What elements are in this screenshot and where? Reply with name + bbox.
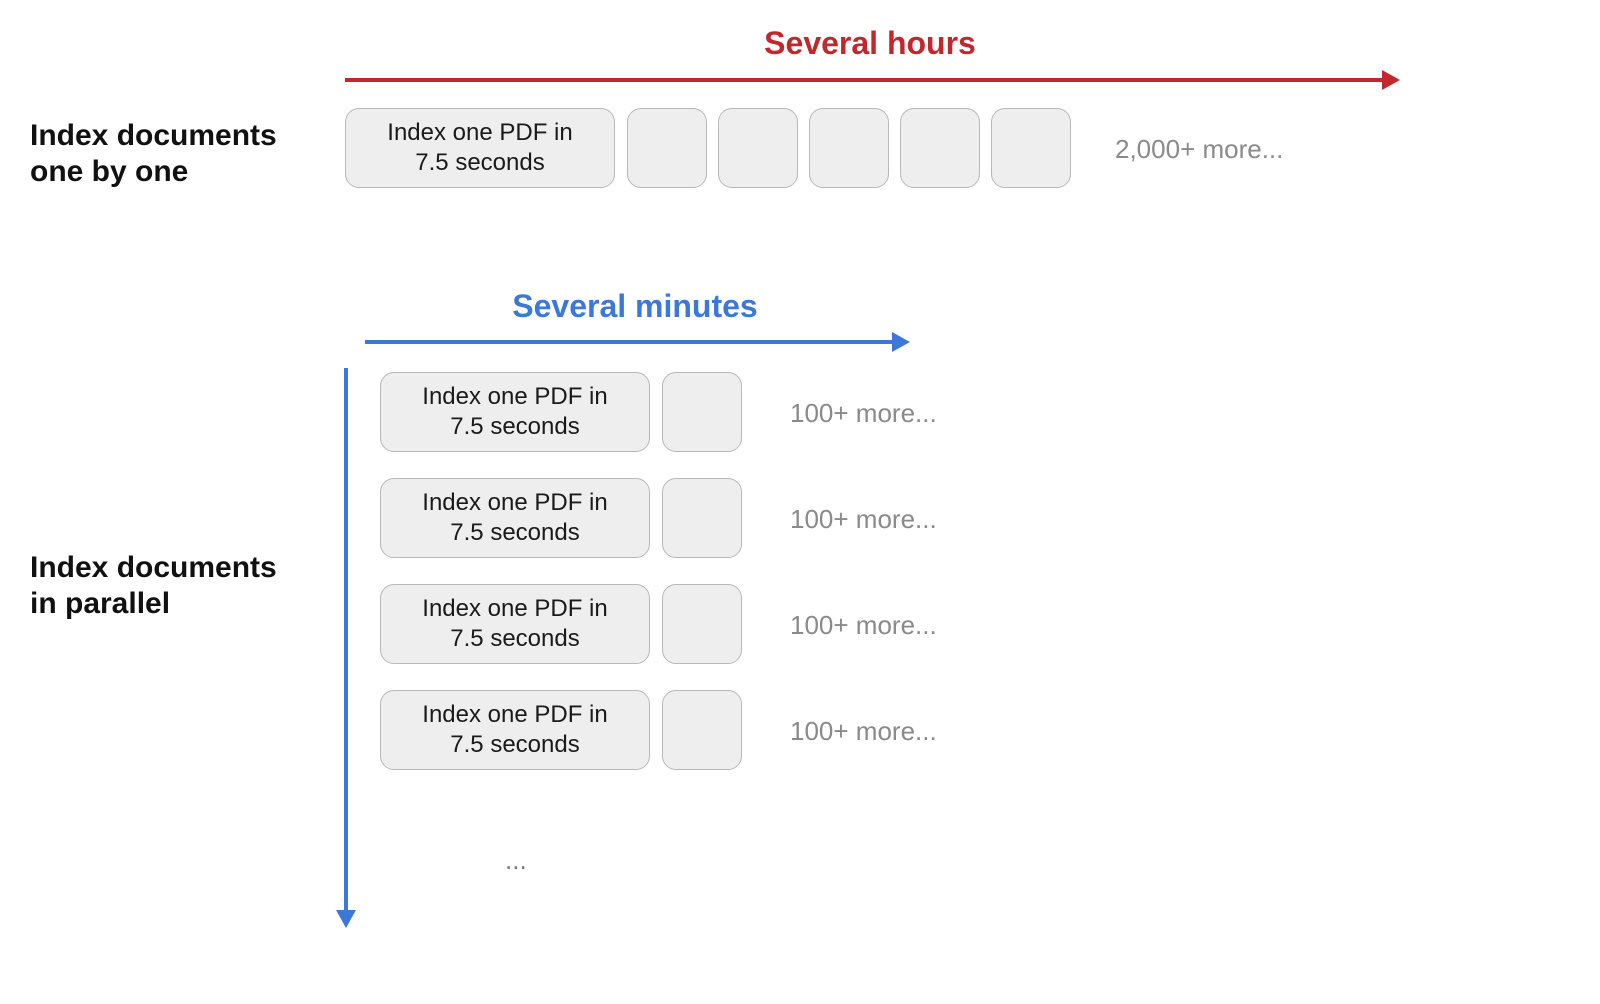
sequential-task-box-1: Index one PDF in 7.5 seconds [345,108,615,188]
parallel-label: Index documents in parallel [30,550,277,622]
sequential-label: Index documents one by one [30,118,277,190]
parallel-lane1-task-box-1: Index one PDF in 7.5 seconds [380,372,650,452]
arrow-head-icon [1382,70,1400,90]
parallel-label-line1: Index documents [30,551,277,584]
parallel-lane2-task-box-1: Index one PDF in 7.5 seconds [380,478,650,558]
parallel-lane4-more-text: 100+ more... [790,716,937,747]
sequential-task-box-6 [991,108,1071,188]
parallel-lanes-arrow [344,368,348,928]
parallel-label-line2: in parallel [30,587,170,620]
sequential-label-line1: Index documents [30,119,277,152]
parallel-lane3-more-text: 100+ more... [790,610,937,641]
parallel-headline: Several minutes [365,288,905,325]
parallel-lane3-task-box-1: Index one PDF in 7.5 seconds [380,584,650,664]
diagram-root: Index documents one by one Several hours… [0,0,1600,1004]
task-label: Index one PDF in 7.5 seconds [387,118,572,178]
sequential-time-arrow [345,78,1400,82]
parallel-lane2-more-text: 100+ more... [790,504,937,535]
arrow-head-icon [892,332,910,352]
parallel-lane3-task-box-2 [662,584,742,664]
parallel-lane4-task-box-1: Index one PDF in 7.5 seconds [380,690,650,770]
parallel-time-arrow [365,340,910,344]
arrow-shaft [345,78,1386,82]
sequential-label-line2: one by one [30,155,188,188]
arrow-shaft [365,340,896,344]
parallel-lane4-task-box-2 [662,690,742,770]
sequential-headline: Several hours [345,25,1395,62]
parallel-lane2-task-box-2 [662,478,742,558]
parallel-ellipsis: ... [505,845,527,876]
task-label: Index one PDF in 7.5 seconds [422,382,607,442]
task-label: Index one PDF in 7.5 seconds [422,594,607,654]
sequential-task-box-4 [809,108,889,188]
arrow-shaft [344,368,348,914]
sequential-task-box-2 [627,108,707,188]
parallel-lane1-task-box-2 [662,372,742,452]
arrow-head-icon [336,910,356,928]
sequential-task-box-3 [718,108,798,188]
task-label: Index one PDF in 7.5 seconds [422,700,607,760]
sequential-task-box-5 [900,108,980,188]
parallel-lane1-more-text: 100+ more... [790,398,937,429]
task-label: Index one PDF in 7.5 seconds [422,488,607,548]
sequential-more-text: 2,000+ more... [1115,134,1283,165]
